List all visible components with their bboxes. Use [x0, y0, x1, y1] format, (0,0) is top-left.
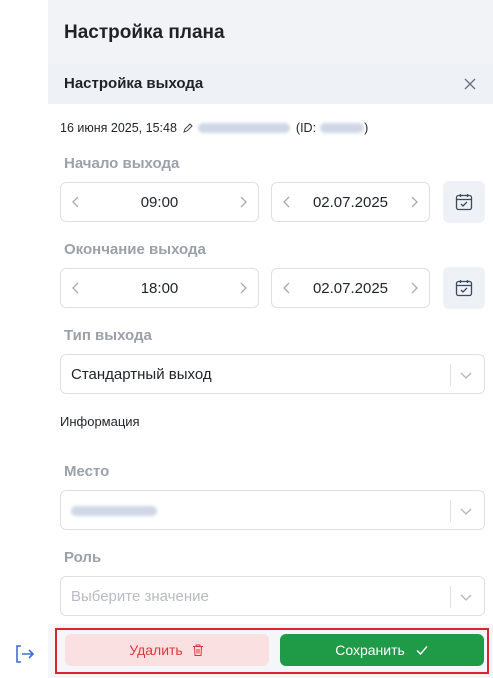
id-suffix: ) — [364, 121, 369, 135]
chevron-right-icon[interactable] — [405, 193, 423, 211]
action-footer: Удалить Сохранить — [48, 624, 493, 678]
role-label: Роль — [64, 549, 102, 566]
info-label: Информация — [60, 414, 140, 429]
end-time-value: 18:00 — [140, 280, 179, 297]
meta-line: 16 июня 2025, 15:48 (ID: ) — [60, 121, 368, 135]
timestamp: 16 июня 2025, 15:48 — [60, 121, 177, 135]
start-time-stepper[interactable]: 09:00 — [60, 182, 259, 222]
redacted-place-value — [71, 506, 157, 516]
role-placeholder: Выберите значение — [71, 588, 209, 605]
left-gutter — [0, 0, 48, 678]
shift-type-label: Тип выхода — [64, 327, 152, 344]
end-calendar-button[interactable] — [443, 267, 485, 309]
chevron-right-icon[interactable] — [405, 279, 423, 297]
role-select[interactable]: Выберите значение — [60, 576, 485, 616]
chevron-down-icon — [460, 508, 472, 515]
section-header: Настройка выхода — [48, 64, 493, 104]
place-label: Место — [64, 463, 110, 480]
save-button[interactable]: Сохранить — [280, 634, 484, 666]
redacted-name — [197, 123, 290, 133]
panel-header: Настройка плана — [48, 0, 493, 64]
place-select[interactable] — [60, 490, 485, 530]
section-title: Настройка выхода — [64, 75, 204, 92]
end-date-stepper[interactable]: 02.07.2025 — [271, 268, 430, 308]
close-icon[interactable] — [459, 73, 481, 95]
chevron-right-icon[interactable] — [234, 193, 252, 211]
start-time-value: 09:00 — [140, 194, 179, 211]
redacted-id — [320, 123, 365, 133]
start-date-stepper[interactable]: 02.07.2025 — [271, 182, 430, 222]
shift-type-select[interactable]: Стандартный выход — [60, 354, 485, 394]
start-calendar-button[interactable] — [443, 181, 485, 223]
id-prefix: (ID: — [295, 121, 317, 135]
shift-type-value: Стандартный выход — [71, 366, 212, 383]
page-title: Настройка плана — [64, 22, 225, 43]
chevron-down-icon — [460, 594, 472, 601]
chevron-right-icon[interactable] — [234, 279, 252, 297]
end-label: Окончание выхода — [64, 241, 206, 258]
select-divider — [450, 586, 451, 608]
select-divider — [450, 500, 451, 522]
end-time-stepper[interactable]: 18:00 — [60, 268, 259, 308]
logout-icon[interactable] — [14, 643, 36, 665]
start-label: Начало выхода — [64, 155, 180, 172]
chevron-down-icon — [460, 372, 472, 379]
pencil-icon[interactable] — [182, 122, 194, 134]
check-icon — [416, 646, 428, 656]
calendar-check-icon — [455, 194, 473, 211]
calendar-check-icon — [455, 280, 473, 297]
trash-icon — [192, 644, 203, 656]
plan-settings-panel: Настройка плана Настройка выхода 16 июня… — [48, 0, 493, 678]
save-label: Сохранить — [335, 642, 405, 658]
select-divider — [450, 364, 451, 386]
delete-button[interactable]: Удалить — [65, 634, 269, 666]
form-content: 16 июня 2025, 15:48 (ID: ) Начало выхода… — [48, 104, 493, 624]
delete-label: Удалить — [129, 642, 183, 658]
